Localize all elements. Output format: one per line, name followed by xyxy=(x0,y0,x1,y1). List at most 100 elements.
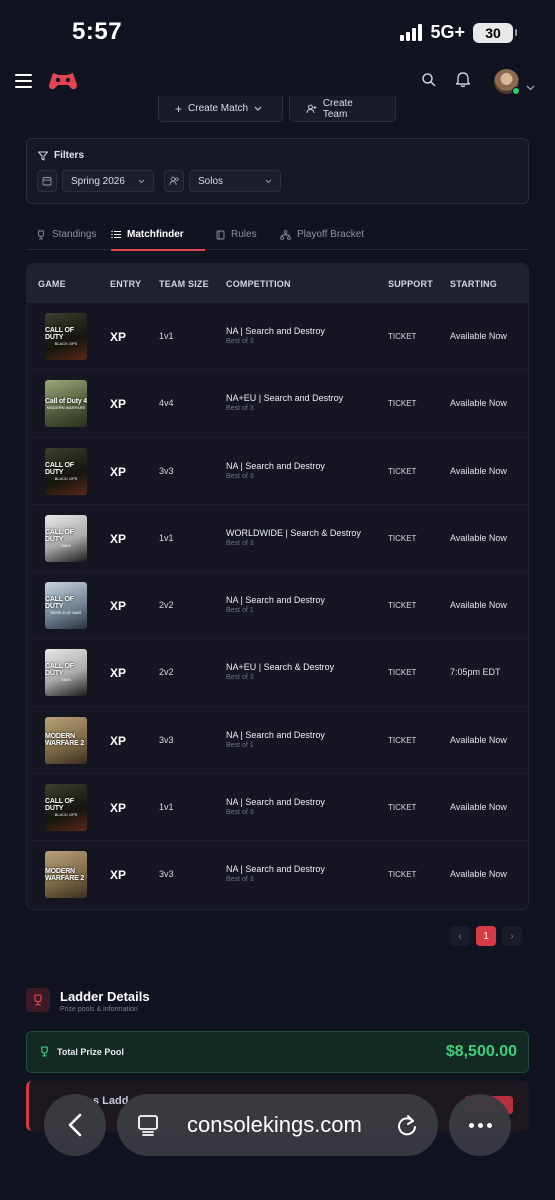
game-cover-subtitle: MODERN WARFARE xyxy=(46,404,86,410)
page-1-button[interactable]: 1 xyxy=(476,926,496,946)
calendar-icon xyxy=(37,170,57,192)
mode-select[interactable]: Solos xyxy=(189,170,281,192)
competition-cell: WORLDWIDE | Search & Destroy Best of 3 xyxy=(226,528,361,547)
trophy-icon xyxy=(26,988,50,1012)
support-value: TICKET xyxy=(388,399,417,409)
tab-label: Standings xyxy=(52,229,97,240)
create-team-button[interactable]: Create Team xyxy=(289,96,396,122)
competition-cell: NA | Search and Destroy Best of 3 xyxy=(226,797,325,816)
battery-icon: 30 xyxy=(473,22,517,43)
pagination: ‹ 1 › xyxy=(450,926,522,946)
tab-rules[interactable]: Rules xyxy=(216,219,257,250)
col-game: GAME xyxy=(38,279,66,289)
create-team-label: Create Team xyxy=(322,97,353,120)
game-cover-title: CALL OF DUTY xyxy=(45,596,74,611)
team-size-value: 1v1 xyxy=(159,802,174,813)
starting-value: 7:05pm EDT xyxy=(450,667,501,678)
tab-label: Playoff Bracket xyxy=(297,229,365,240)
network-label: 5G+ xyxy=(430,22,465,42)
starting-value: Available Now xyxy=(450,465,507,476)
url-text: consolekings.com xyxy=(187,1112,362,1137)
game-cover-subtitle: MW3 xyxy=(61,677,71,683)
game-cover: MODERN WARFARE 2 xyxy=(45,851,87,899)
competition-name: NA | Search and Destroy xyxy=(226,595,325,606)
competition-name: NA | Search and Destroy xyxy=(226,460,325,471)
online-status-dot xyxy=(512,87,520,95)
tab-bar: Standings Matchfinder Rules Playoff Brac… xyxy=(26,219,529,251)
table-row[interactable]: CALL OF DUTY WORLD AT WAR XP 2v2 NA | Search… xyxy=(27,572,528,640)
address-bar[interactable]: consolekings.com xyxy=(117,1094,438,1156)
game-cover-title: CALL OF DUTY xyxy=(45,528,74,543)
game-cover: CALL OF DUTY WORLD AT WAR xyxy=(45,582,87,630)
competition-name: NA | Search and Destroy xyxy=(226,797,325,808)
chevron-down-icon xyxy=(265,179,272,183)
competition-cell: NA | Search and Destroy Best of 3 xyxy=(226,864,325,883)
competition-name: NA | Search and Destroy xyxy=(226,729,325,740)
table-row[interactable]: MODERN WARFARE 2 XP 3v3 NA | Search and Des… xyxy=(27,841,528,908)
menu-icon[interactable] xyxy=(15,74,32,88)
table-row[interactable]: CALL OF DUTY MW3 XP 2v2 NA+EU | Search & Des… xyxy=(27,639,528,707)
game-cover: CALL OF DUTY MW3 xyxy=(45,649,87,697)
game-cover: CALL OF DUTY MW3 xyxy=(45,514,87,562)
starting-value: Available Now xyxy=(450,331,507,341)
game-cover: Call of Duty 4 MODERN WARFARE xyxy=(45,380,87,428)
tab-standings[interactable]: Standings xyxy=(36,219,96,250)
game-cover: CALL OF DUTY BLACK OPS xyxy=(45,313,87,360)
game-cover-title: Call of Duty 4 xyxy=(45,397,87,405)
avatar[interactable] xyxy=(494,69,520,95)
game-cover-title: CALL OF DUTY xyxy=(45,327,74,341)
browser-toolbar: consolekings.com xyxy=(0,1093,555,1173)
filters-panel: Filters Spring 2026 Solos xyxy=(26,138,529,204)
signal-icon xyxy=(400,24,423,41)
game-cover-subtitle: BLACK OPS xyxy=(54,341,78,346)
entry-value: XP xyxy=(110,531,127,546)
bracket-icon xyxy=(280,229,291,240)
user-plus-icon xyxy=(306,104,317,113)
support-value: TICKET xyxy=(388,601,417,611)
bell-icon[interactable] xyxy=(455,71,471,93)
support-value: TICKET xyxy=(388,735,417,745)
best-of: Best of 3 xyxy=(226,674,254,682)
entry-value: XP xyxy=(110,733,127,748)
support-value: TICKET xyxy=(388,533,417,543)
best-of: Best of 3 xyxy=(226,338,254,345)
tab-playoff-bracket[interactable]: Playoff Bracket xyxy=(280,219,364,250)
table-row[interactable]: MODERN WARFARE 2 XP 3v3 NA | Search and Des… xyxy=(27,707,528,775)
filters-heading: Filters xyxy=(38,150,84,161)
starting-value: Available Now xyxy=(450,600,507,611)
table-row[interactable]: Call of Duty 4 MODERN WARFARE XP 4v4 NA+EU |… xyxy=(27,370,528,438)
create-match-button[interactable]: + Create Match xyxy=(158,96,283,122)
chevron-down-icon[interactable] xyxy=(526,78,535,96)
season-select[interactable]: Spring 2026 xyxy=(62,170,154,192)
team-size-value: 4v4 xyxy=(159,398,174,409)
starting-value: Available Now xyxy=(450,532,507,543)
game-cover-subtitle: MW3 xyxy=(61,542,71,548)
table-row[interactable]: CALL OF DUTY BLACK OPS XP 3v3 NA | Search an… xyxy=(27,438,528,505)
game-cover-title: CALL OF DUTY xyxy=(45,798,74,813)
back-button[interactable] xyxy=(44,1094,106,1156)
prev-page-button[interactable]: ‹ xyxy=(450,926,470,946)
trophy-icon xyxy=(38,230,44,239)
table-row[interactable]: CALL OF DUTY MW3 XP 1v1 WORLDWIDE | Search &… xyxy=(27,505,528,573)
game-cover-title: MODERN WARFARE 2 xyxy=(45,733,85,748)
match-actions: + Create Match Create Team xyxy=(158,96,396,122)
competition-name: WORLDWIDE | Search & Destroy xyxy=(226,527,361,538)
table-row[interactable]: CALL OF DUTY BLACK OPS XP 1v1 NA | Search an… xyxy=(27,303,528,371)
mode-value: Solos xyxy=(198,175,224,187)
game-cover-title: CALL OF DUTY xyxy=(45,461,74,476)
tabs-icon[interactable] xyxy=(137,1114,159,1141)
more-options-button[interactable] xyxy=(449,1094,511,1156)
entry-value: XP xyxy=(110,330,127,344)
create-match-label: Create Match xyxy=(188,103,249,114)
logo-icon[interactable] xyxy=(48,70,78,97)
next-page-button[interactable]: › xyxy=(502,926,522,946)
chevron-left-icon xyxy=(68,1113,82,1137)
table-row[interactable]: CALL OF DUTY BLACK OPS XP 1v1 NA | Search an… xyxy=(27,774,528,842)
col-entry: ENTRY xyxy=(110,279,142,289)
best-of: Best of 3 xyxy=(226,405,254,413)
reload-icon[interactable] xyxy=(396,1113,418,1142)
tab-matchfinder[interactable]: Matchfinder xyxy=(111,219,205,251)
search-icon[interactable] xyxy=(421,72,436,92)
chevron-down-icon xyxy=(254,106,262,111)
team-size-value: 3v3 xyxy=(159,465,174,476)
